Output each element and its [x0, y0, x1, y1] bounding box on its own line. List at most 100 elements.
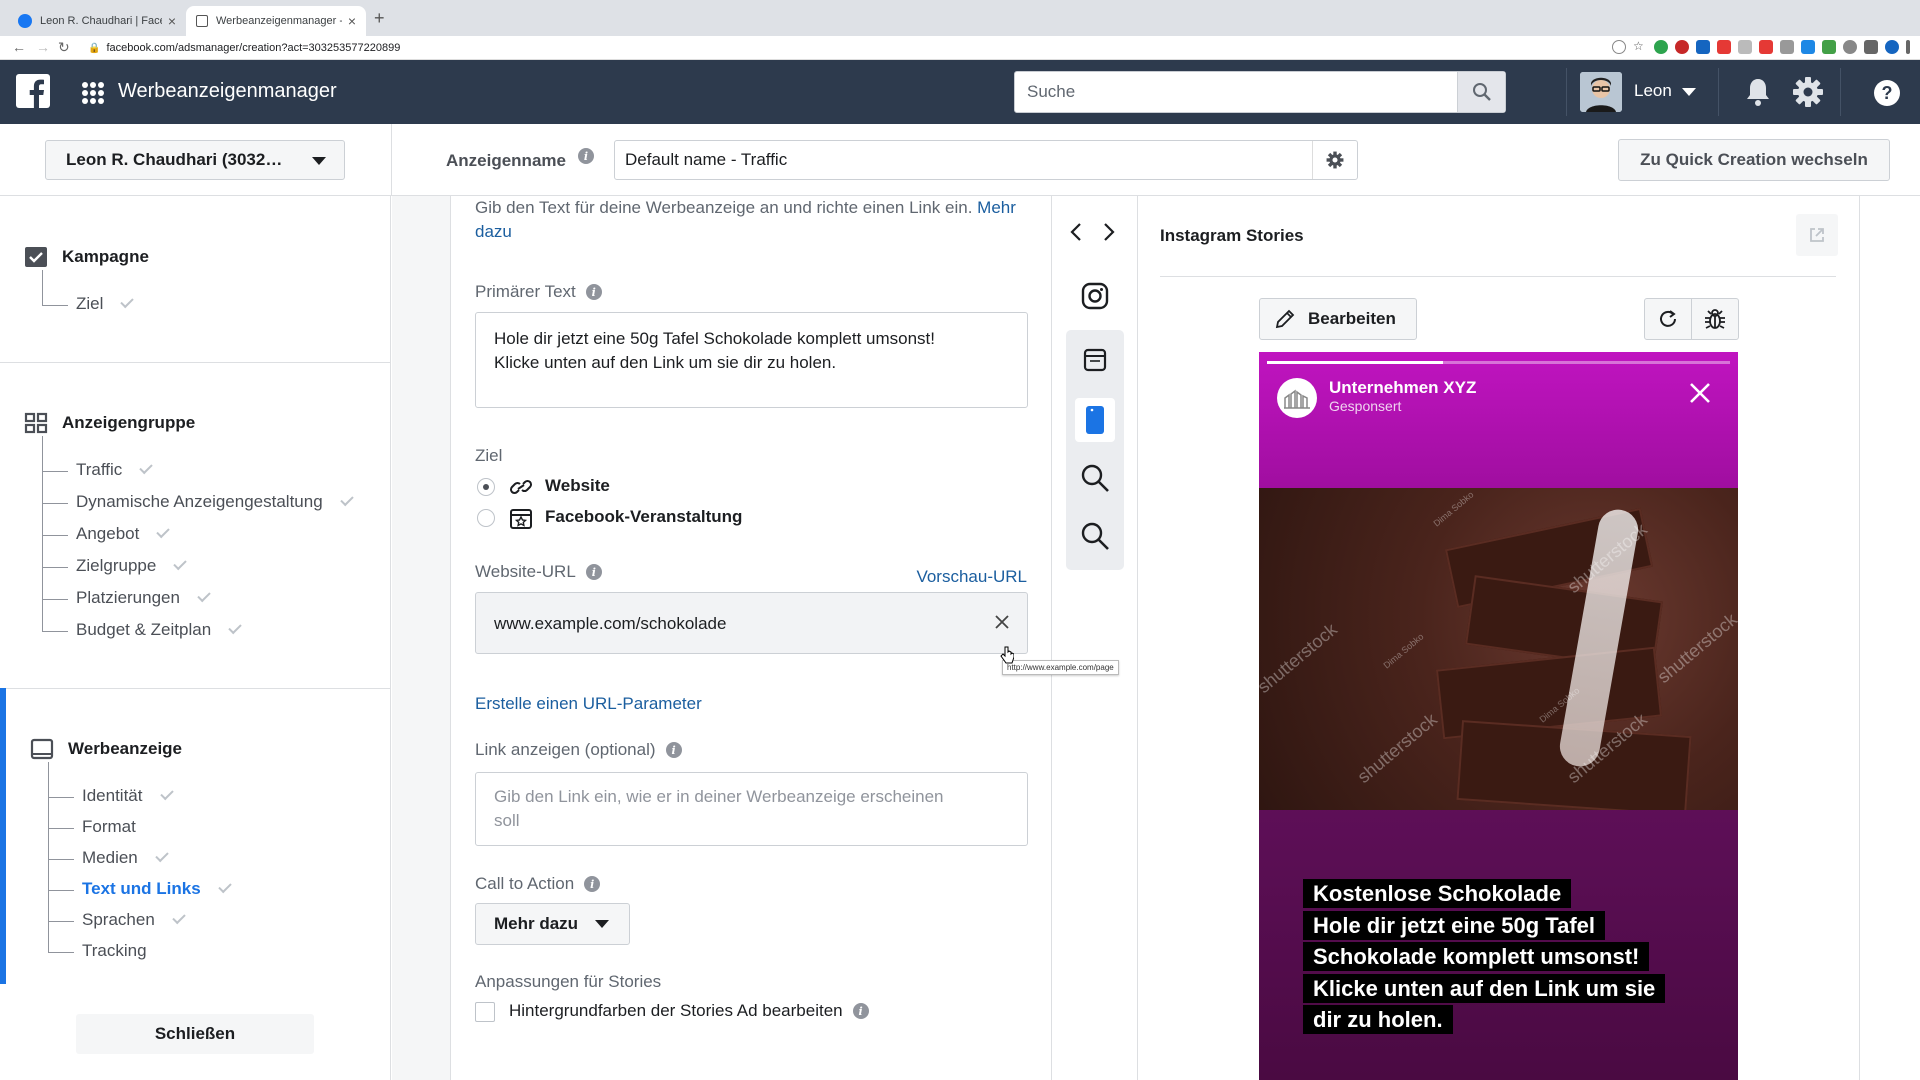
chevron-right-icon[interactable]: [1102, 222, 1116, 242]
reload-icon[interactable]: ↻: [58, 39, 70, 56]
label-text: Hintergrundfarben der Stories Ad bearbei…: [509, 1001, 843, 1020]
ad-name-settings-button[interactable]: [1312, 141, 1357, 179]
sidebar-item-budget-schedule[interactable]: Budget & Zeitplan: [42, 596, 242, 640]
edit-button[interactable]: Bearbeiten: [1259, 298, 1417, 340]
info-icon[interactable]: i: [584, 876, 601, 892]
chevron-down-icon[interactable]: [1682, 88, 1696, 96]
browser-tab-ads-manager[interactable]: Werbeanzeigenmanager - Cre… ×: [186, 6, 366, 36]
extension-icon[interactable]: [1696, 40, 1710, 54]
info-icon[interactable]: i: [578, 148, 594, 164]
menu-icon[interactable]: [1906, 40, 1910, 54]
info-icon[interactable]: i: [852, 1003, 869, 1019]
clear-icon[interactable]: [995, 615, 1009, 629]
sidebar-item-tracking[interactable]: Tracking: [48, 917, 147, 961]
address-bar[interactable]: 🔒 facebook.com/adsmanager/creation?act=3…: [88, 39, 1608, 57]
close-tab-icon[interactable]: ×: [348, 13, 356, 29]
extension-icon[interactable]: [1843, 40, 1857, 54]
close-icon[interactable]: [1689, 382, 1711, 404]
check-icon: [217, 879, 232, 893]
close-tab-icon[interactable]: ×: [168, 13, 176, 29]
info-icon[interactable]: i: [665, 742, 682, 758]
sidebar-item-languages[interactable]: Sprachen: [48, 886, 186, 930]
sidebar-item-traffic[interactable]: Traffic: [42, 436, 154, 480]
sidebar-item-offer[interactable]: Angebot: [42, 500, 171, 544]
option-facebook-event[interactable]: Facebook-Veranstaltung: [545, 507, 742, 527]
gear-icon[interactable]: [1792, 76, 1824, 108]
search-input[interactable]: [1015, 72, 1457, 112]
facebook-logo-icon[interactable]: [16, 74, 50, 108]
primary-text-input[interactable]: Hole dir jetzt eine 50g Tafel Schokolade…: [475, 312, 1028, 408]
open-preview-button[interactable]: [1796, 214, 1838, 256]
display-link-input[interactable]: Gib den Link ein, wie er in deiner Werbe…: [475, 772, 1028, 846]
star-icon[interactable]: ☆: [1633, 40, 1647, 54]
item-label: Sprachen: [82, 910, 155, 929]
sidebar-section-ad[interactable]: Werbeanzeige: [30, 738, 182, 760]
sidebar-section-adset[interactable]: Anzeigengruppe: [24, 412, 195, 434]
watermark-author: Dima Sobko: [1431, 489, 1476, 529]
story-caption: Kostenlose Schokolade Hole dir jetzt ein…: [1303, 878, 1723, 1036]
account-selector[interactable]: Leon R. Chaudhari (3032…: [45, 140, 345, 180]
chevron-left-icon[interactable]: [1069, 222, 1083, 242]
stories-bg-checkbox-label[interactable]: Hintergrundfarben der Stories Ad bearbei…: [509, 1001, 869, 1021]
sidebar-item-text-links[interactable]: Text und Links: [48, 855, 232, 899]
sidebar-item-dynamic-creative[interactable]: Dynamische Anzeigengestaltung: [42, 468, 354, 512]
close-button[interactable]: Schließen: [76, 1014, 314, 1054]
search-icon: [1472, 83, 1491, 101]
extension-icon[interactable]: [1864, 40, 1878, 54]
search-button[interactable]: [1457, 72, 1505, 112]
placement-instagram[interactable]: [1075, 276, 1115, 316]
apps-grid-icon[interactable]: [82, 82, 104, 104]
preview-url-link[interactable]: Vorschau-URL: [916, 567, 1027, 587]
refresh-preview-button[interactable]: [1644, 298, 1692, 340]
website-url-input[interactable]: www.example.com/schokolade: [475, 592, 1028, 654]
cta-value: Mehr dazu: [494, 914, 579, 933]
extension-icon[interactable]: [1780, 40, 1794, 54]
placement-search-2[interactable]: [1075, 516, 1115, 556]
placement-search[interactable]: [1075, 458, 1115, 498]
extension-icon[interactable]: [1801, 40, 1815, 54]
quick-creation-button[interactable]: Zu Quick Creation wechseln: [1618, 139, 1890, 181]
sidebar-item-placements[interactable]: Platzierungen: [42, 564, 211, 608]
radio-website[interactable]: [477, 478, 495, 496]
avatar[interactable]: [1580, 72, 1622, 112]
tab-title: Werbeanzeigenmanager - Cre…: [216, 15, 342, 27]
sidebar-item-ziel[interactable]: Ziel: [42, 270, 135, 314]
sidebar-item-identity[interactable]: Identität: [48, 762, 174, 806]
placement-stories-active[interactable]: [1075, 398, 1115, 442]
learn-more-link[interactable]: dazu: [475, 222, 512, 241]
info-icon[interactable]: i: [585, 284, 602, 300]
link-icon: [509, 479, 533, 495]
extension-icon[interactable]: [1717, 40, 1731, 54]
report-bug-button[interactable]: [1691, 298, 1739, 340]
new-tab-icon[interactable]: +: [374, 8, 385, 29]
help-icon[interactable]: ?: [1874, 80, 1900, 106]
sidebar-item-format[interactable]: Format: [48, 793, 136, 837]
back-icon[interactable]: ←: [12, 39, 26, 55]
cta-dropdown[interactable]: Mehr dazu: [475, 903, 630, 945]
label-text: Website-URL: [475, 562, 576, 581]
info-icon[interactable]: i: [585, 564, 602, 580]
radio-facebook-event[interactable]: [477, 509, 495, 527]
extension-icon[interactable]: [1759, 40, 1773, 54]
browser-tab-facebook[interactable]: Leon R. Chaudhari | Facebook ×: [8, 6, 186, 36]
ad-name-input[interactable]: [614, 140, 1358, 180]
stories-bg-checkbox[interactable]: [475, 1002, 495, 1022]
placement-feed[interactable]: [1075, 340, 1115, 380]
forward-icon[interactable]: →: [36, 39, 50, 55]
option-website[interactable]: Website: [545, 476, 610, 496]
bell-icon[interactable]: [1744, 77, 1772, 107]
sidebar-item-audience[interactable]: Zielgruppe: [42, 532, 188, 576]
zoom-icon[interactable]: [1612, 40, 1626, 54]
caption-line: Kostenlose Schokolade: [1303, 879, 1572, 908]
extension-icon[interactable]: [1738, 40, 1752, 54]
extension-icon[interactable]: [1654, 40, 1668, 54]
profile-icon[interactable]: [1885, 40, 1899, 54]
edit-label: Bearbeiten: [1308, 309, 1396, 328]
extension-icon[interactable]: [1822, 40, 1836, 54]
sidebar-section-campaign[interactable]: Kampagne: [24, 246, 149, 268]
sidebar-item-media[interactable]: Medien: [48, 824, 169, 868]
user-name[interactable]: Leon: [1634, 81, 1672, 101]
extension-icon[interactable]: [1675, 40, 1689, 54]
learn-more-link[interactable]: Mehr: [977, 198, 1016, 217]
url-parameter-link[interactable]: Erstelle einen URL-Parameter: [475, 694, 702, 714]
